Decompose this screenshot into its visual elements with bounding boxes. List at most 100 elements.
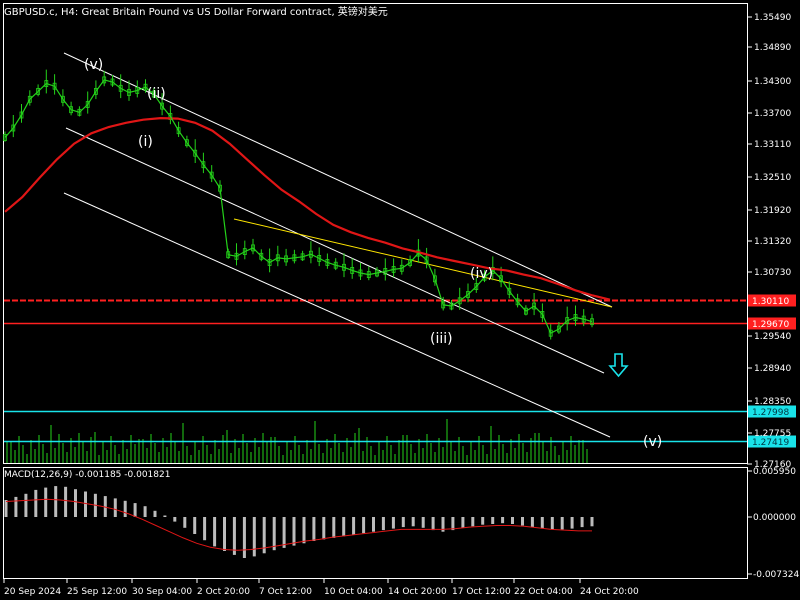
macd-histogram-bar bbox=[133, 503, 137, 517]
price-tick-label: 1.30730 bbox=[754, 268, 791, 278]
wave-label-v-target: (v) bbox=[643, 434, 662, 450]
macd-histogram-bar bbox=[4, 500, 8, 517]
down-arrow-icon bbox=[608, 353, 629, 378]
macd-histogram-bar bbox=[223, 517, 226, 551]
macd-histogram-bar bbox=[84, 491, 87, 517]
macd-histogram-bar bbox=[123, 500, 127, 517]
wave-label-ii: (ii) bbox=[147, 86, 166, 102]
price-tick-label: 1.27755 bbox=[754, 429, 791, 439]
macd-histogram-bar bbox=[332, 517, 336, 538]
macd-histogram-bar bbox=[530, 517, 534, 528]
macd-histogram-bar bbox=[203, 517, 207, 541]
level-price-label: 1.27998 bbox=[752, 408, 789, 418]
macd-histogram-bar bbox=[401, 517, 405, 528]
macd-histogram-bar bbox=[491, 517, 495, 524]
price-tick-label: 1.31320 bbox=[754, 237, 791, 247]
price-axis: 1.35490 1.34890 1.34300 1.33700 1.33110 1.325… bbox=[747, 13, 791, 470]
channel-middle-line[interactable] bbox=[65, 127, 605, 374]
price-tick-label: 1.28940 bbox=[754, 364, 791, 374]
main-panel-frame bbox=[3, 3, 748, 464]
time-tick-label: 10 Oct 04:00 bbox=[324, 587, 383, 597]
macd-histogram-bar bbox=[183, 517, 187, 528]
trend-channel[interactable] bbox=[63, 52, 613, 438]
moving-average-line bbox=[4, 116, 611, 301]
price-tick-label: 1.33110 bbox=[754, 140, 791, 150]
macd-histogram-bar bbox=[312, 517, 316, 541]
macd-histogram-bar bbox=[64, 486, 68, 517]
macd-histogram-bar bbox=[560, 517, 564, 530]
macd-histogram-bar bbox=[193, 517, 197, 534]
price-tick-label: 1.34300 bbox=[754, 77, 791, 87]
macd-histogram-bar bbox=[451, 517, 455, 531]
macd-histogram-bar bbox=[431, 517, 435, 531]
time-tick-label: 30 Sep 04:00 bbox=[132, 587, 192, 597]
wave-label-i: (i) bbox=[138, 134, 153, 150]
macd-histogram-bar bbox=[213, 517, 217, 547]
macd-histogram-bar bbox=[381, 517, 385, 531]
macd-histogram-bar bbox=[113, 498, 117, 517]
macd-histogram-bar bbox=[24, 493, 28, 517]
macd-histogram bbox=[4, 486, 594, 558]
macd-histogram-bar bbox=[163, 515, 167, 517]
wave-label-iii: (iii) bbox=[430, 331, 453, 347]
horizontal-levels[interactable]: 1.30110 1.29670 1.27998 1.27419 bbox=[4, 294, 796, 449]
price-tick-label: 1.29540 bbox=[754, 332, 791, 342]
macd-histogram-bar bbox=[411, 517, 415, 527]
price-chart[interactable]: 1.30110 1.29670 1.27998 1.27419 (v) (ii) (i… bbox=[0, 0, 800, 600]
macd-tick-zero: 0.000000 bbox=[753, 513, 796, 523]
level-price-label: 1.27419 bbox=[752, 438, 789, 448]
macd-histogram-bar bbox=[14, 496, 18, 517]
macd-histogram-bar bbox=[521, 517, 524, 526]
macd-histogram-bar bbox=[471, 517, 475, 527]
macd-histogram-bar bbox=[74, 489, 77, 517]
price-tick-label: 1.34890 bbox=[754, 43, 791, 53]
level-price-label: 1.30110 bbox=[752, 297, 789, 307]
time-tick-label: 20 Sep 2024 bbox=[4, 587, 61, 597]
macd-histogram-bar bbox=[391, 517, 395, 529]
macd-histogram-bar bbox=[34, 489, 38, 517]
macd-histogram-bar bbox=[511, 517, 514, 524]
macd-histogram-bar bbox=[54, 486, 58, 517]
price-candles bbox=[3, 69, 594, 340]
macd-histogram-bar bbox=[580, 517, 584, 528]
macd-histogram-bar bbox=[461, 517, 465, 528]
level-price-label: 1.29670 bbox=[752, 320, 789, 330]
macd-histogram-bar bbox=[143, 506, 147, 517]
macd-histogram-bar bbox=[590, 517, 594, 527]
macd-histogram-bar bbox=[372, 517, 375, 532]
macd-histogram-bar bbox=[501, 517, 505, 524]
macd-histogram-bar bbox=[342, 517, 346, 537]
wave-label-iv: (iv) bbox=[470, 266, 493, 282]
price-line bbox=[4, 79, 593, 335]
macd-histogram-bar bbox=[421, 517, 425, 528]
price-tick-label: 1.31920 bbox=[754, 206, 791, 216]
time-axis: 20 Sep 2024 25 Sep 12:00 30 Sep 04:00 2 Oct… bbox=[3, 579, 639, 597]
macd-histogram-bar bbox=[540, 517, 544, 529]
channel-lower-line[interactable] bbox=[63, 192, 611, 438]
wave-label-v-top: (v) bbox=[84, 57, 103, 73]
time-tick-label: 22 Oct 04:00 bbox=[514, 587, 573, 597]
macd-tick-bottom: -0.007324 bbox=[753, 570, 799, 580]
macd-histogram-bar bbox=[252, 517, 256, 557]
macd-histogram-bar bbox=[173, 517, 177, 522]
macd-histogram-bar bbox=[362, 517, 366, 534]
macd-histogram-bar bbox=[153, 510, 157, 517]
macd-panel-frame bbox=[3, 467, 748, 579]
macd-histogram-bar bbox=[570, 517, 574, 529]
time-tick-label: 14 Oct 20:00 bbox=[388, 587, 447, 597]
macd-histogram-bar bbox=[352, 517, 356, 535]
macd-histogram-bar bbox=[282, 517, 286, 548]
time-tick-label: 25 Sep 12:00 bbox=[67, 587, 127, 597]
macd-axis: 0.005950 0.000000 -0.007324 bbox=[747, 467, 799, 580]
macd-histogram-bar bbox=[232, 517, 236, 555]
time-tick-label: 17 Oct 12:00 bbox=[452, 587, 511, 597]
price-tick-label: 1.35490 bbox=[754, 13, 791, 23]
macd-tick-top: 0.005950 bbox=[753, 467, 796, 477]
price-tick-label: 1.28350 bbox=[754, 397, 791, 407]
price-tick-label: 1.33700 bbox=[754, 109, 791, 119]
macd-histogram-bar bbox=[302, 517, 306, 544]
macd-histogram-bar bbox=[292, 517, 296, 546]
time-tick-label: 7 Oct 12:00 bbox=[259, 587, 312, 597]
macd-histogram-bar bbox=[322, 517, 326, 540]
price-tick-label: 1.32510 bbox=[754, 173, 791, 183]
